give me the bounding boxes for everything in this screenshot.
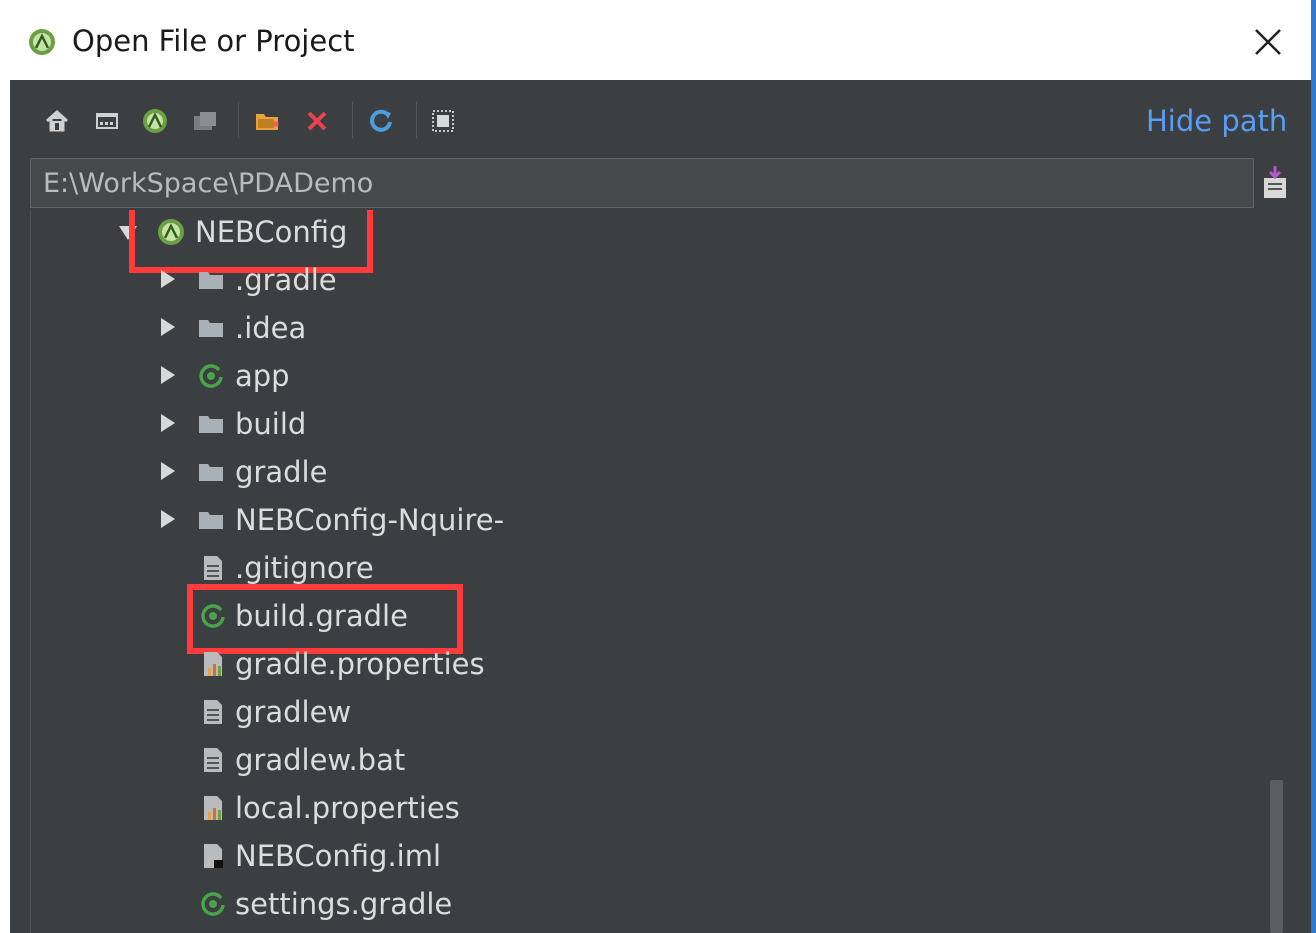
- close-icon[interactable]: [1248, 22, 1288, 62]
- delete-icon[interactable]: [304, 108, 330, 134]
- desktop-icon[interactable]: [94, 108, 120, 134]
- window-edge: [1311, 0, 1316, 933]
- folder-icon: [199, 416, 223, 433]
- tree-item[interactable]: .idea: [31, 304, 1231, 352]
- toolbar-separator: [352, 102, 353, 138]
- module-folder-icon[interactable]: [192, 108, 218, 134]
- collapse-arrow-icon[interactable]: [119, 226, 137, 240]
- tree-item-label: NEBConfig.iml: [235, 839, 442, 873]
- tree-item[interactable]: build.gradle: [31, 592, 1231, 640]
- tree-item[interactable]: build: [31, 400, 1231, 448]
- hide-path-link[interactable]: Hide path: [1146, 104, 1287, 138]
- expand-arrow-icon[interactable]: [161, 318, 175, 336]
- tree-item-label: app: [235, 359, 290, 393]
- toolbar: Hide path: [10, 80, 1311, 156]
- path-history-icon[interactable]: [1260, 164, 1290, 200]
- scrollbar-thumb[interactable]: [1270, 780, 1283, 933]
- gradle-file-icon: [201, 604, 225, 628]
- folder-icon: [199, 512, 223, 529]
- tree-item[interactable]: .gitignore: [31, 544, 1231, 592]
- properties-file-icon: [204, 796, 222, 820]
- iml-file-icon: [204, 844, 223, 868]
- tree-item-label: gradlew: [235, 695, 352, 729]
- window-title: Open File or Project: [72, 24, 355, 58]
- folder-icon: [199, 464, 223, 481]
- text-file-icon: [204, 556, 222, 580]
- tree-item[interactable]: gradlew: [31, 688, 1231, 736]
- tree-item-label: NEBConfig-Nquire-: [235, 503, 505, 537]
- tree-item[interactable]: settings.gradle: [31, 880, 1231, 928]
- tree-item-label: gradle.properties: [235, 647, 485, 681]
- tree-item-label: gradle: [235, 455, 328, 489]
- tree-item-label: .gitignore: [235, 551, 374, 585]
- tree-item-label: build.gradle: [235, 599, 408, 633]
- tree-item-label: local.properties: [235, 791, 460, 825]
- android-icon: [158, 219, 184, 245]
- path-input[interactable]: [30, 158, 1254, 208]
- title-bar: Open File or Project: [0, 0, 1316, 80]
- tree-item[interactable]: NEBConfig.iml: [31, 832, 1231, 880]
- text-file-icon: [204, 700, 222, 724]
- tree-item-label: .idea: [235, 311, 307, 345]
- tree-item-label: .gradle: [235, 263, 337, 297]
- android-project-icon[interactable]: [142, 108, 168, 134]
- expand-arrow-icon[interactable]: [161, 462, 175, 480]
- tree-item-label: settings.gradle: [235, 887, 453, 921]
- expand-arrow-icon[interactable]: [161, 270, 175, 288]
- tree-item[interactable]: .gradle: [31, 256, 1231, 304]
- tree-item[interactable]: gradle.properties: [31, 640, 1231, 688]
- tree-item-label: gradlew.bat: [235, 743, 406, 777]
- properties-file-icon: [204, 652, 222, 676]
- expand-arrow-icon[interactable]: [161, 510, 175, 528]
- toolbar-separator: [238, 102, 239, 138]
- folder-icon: [199, 320, 223, 337]
- refresh-icon[interactable]: [368, 108, 394, 134]
- android-studio-icon: [29, 29, 55, 55]
- expand-arrow-icon[interactable]: [161, 414, 175, 432]
- tree-node-label: NEBConfig: [195, 215, 348, 249]
- tree-item[interactable]: gradle: [31, 448, 1231, 496]
- tree-item[interactable]: local.properties: [31, 784, 1231, 832]
- path-row: [30, 158, 1311, 210]
- text-file-icon: [204, 748, 222, 772]
- tree-item-label: build: [235, 407, 307, 441]
- show-hidden-icon[interactable]: [430, 108, 456, 134]
- file-tree[interactable]: NEBConfig .gradle .idea app build gradle…: [30, 210, 1270, 933]
- folder-icon: [199, 272, 223, 289]
- new-folder-icon[interactable]: [254, 108, 280, 134]
- tree-item[interactable]: gradlew.bat: [31, 736, 1231, 784]
- home-icon[interactable]: [44, 108, 70, 134]
- tree-node-root[interactable]: NEBConfig: [31, 210, 1231, 256]
- gradle-module-icon: [199, 364, 223, 388]
- tree-item[interactable]: NEBConfig-Nquire-: [31, 496, 1231, 544]
- toolbar-separator: [416, 102, 417, 138]
- dialog-body: Hide path NEBConfig .gradle: [10, 80, 1311, 933]
- gradle-file-icon: [201, 892, 225, 916]
- tree-item[interactable]: app: [31, 352, 1231, 400]
- expand-arrow-icon[interactable]: [161, 366, 175, 384]
